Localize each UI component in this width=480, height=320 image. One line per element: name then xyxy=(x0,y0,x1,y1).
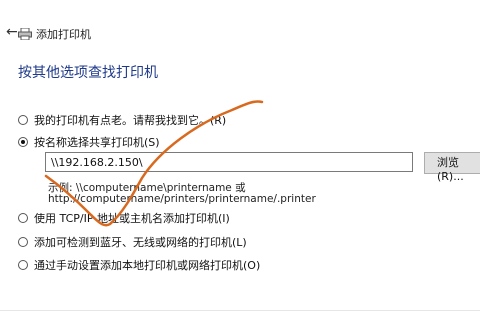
radio-label: 通过手动设置添加本地打印机或网络打印机(O) xyxy=(34,259,261,272)
radio-option-select-shared-by-name[interactable]: 按名称选择共享打印机(S) xyxy=(18,134,160,150)
radio-button[interactable] xyxy=(18,237,28,247)
radio-label: 添加可检测到蓝牙、无线或网络的打印机(L) xyxy=(34,236,247,249)
radio-button[interactable] xyxy=(18,260,28,270)
divider xyxy=(0,310,480,311)
radio-label: 使用 TCP/IP 地址或主机名添加打印机(I) xyxy=(34,212,230,225)
radio-option-manual-local[interactable]: 通过手动设置添加本地打印机或网络打印机(O) xyxy=(18,257,260,273)
radio-option-tcp-ip[interactable]: 使用 TCP/IP 地址或主机名添加打印机(I) xyxy=(18,210,230,226)
title-bar: ← 添加打印机 xyxy=(0,0,480,56)
radio-label: 我的打印机有点老。请帮我找到它。(R) xyxy=(34,114,227,127)
browse-button[interactable]: 浏览(R)... xyxy=(424,152,480,183)
radio-option-printer-old[interactable]: 我的打印机有点老。请帮我找到它。(R) xyxy=(18,112,226,128)
window-title: 添加打印机 xyxy=(36,28,91,41)
printer-icon xyxy=(18,28,32,40)
radio-button[interactable] xyxy=(18,115,28,125)
radio-label: 按名称选择共享打印机(S) xyxy=(34,136,160,149)
radio-option-bluetooth-wireless[interactable]: 添加可检测到蓝牙、无线或网络的打印机(L) xyxy=(18,234,247,250)
radio-button[interactable] xyxy=(18,213,28,223)
shared-printer-name-input[interactable] xyxy=(45,152,413,172)
page-heading: 按其他选项查找打印机 xyxy=(18,65,158,81)
example-text-line-2: http://computername/printers/printername… xyxy=(48,193,316,205)
radio-button-selected[interactable] xyxy=(18,137,28,147)
